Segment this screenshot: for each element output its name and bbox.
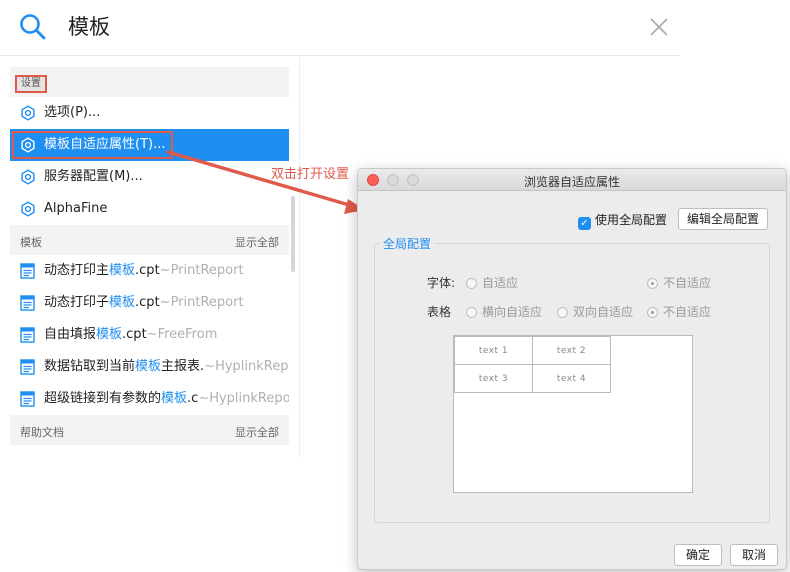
template-keyword: 模板 bbox=[161, 391, 188, 406]
radio-icon bbox=[466, 278, 477, 289]
preview-cell: text 4 bbox=[532, 364, 611, 393]
result-item-label: 服务器配置(M)... bbox=[44, 169, 143, 184]
result-item-label: AlphaFine bbox=[44, 201, 108, 216]
annotation-label: 双击打开设置 bbox=[271, 167, 350, 182]
cancel-button[interactable]: 取消 bbox=[730, 544, 778, 566]
template-name: 自由填报 bbox=[44, 327, 97, 342]
template-source: ~HyplinkReport bbox=[204, 359, 289, 374]
table-row-label: 表格 bbox=[427, 305, 452, 319]
preview-area: text 1 text 2 text 3 text 4 bbox=[453, 335, 693, 493]
preview-cell: text 3 bbox=[454, 364, 533, 393]
result-item-server-config[interactable]: 服务器配置(M)... bbox=[10, 161, 289, 193]
edit-global-config-button[interactable]: 编辑全局配置 bbox=[678, 208, 768, 230]
radio-selected-icon bbox=[647, 278, 658, 289]
table-horizontal-adaptive-radio[interactable]: 横向自适应 bbox=[466, 303, 542, 320]
template-result-item[interactable]: 动态打印主模板.cpt~PrintReport bbox=[10, 255, 289, 287]
template-file-icon bbox=[20, 391, 35, 407]
ok-button[interactable]: 确定 bbox=[674, 544, 722, 566]
template-keyword: 模板 bbox=[109, 295, 136, 310]
template-keyword: 模板 bbox=[109, 263, 136, 278]
adaptive-properties-dialog: 浏览器自适应属性 ✓ 使用全局配置 编辑全局配置 全局配置 字体: 自适应 不自适… bbox=[357, 168, 787, 570]
section-header-templates: 模板 显示全部 bbox=[10, 225, 289, 255]
global-config-group: 全局配置 字体: 自适应 不自适应 表格 横向自适应 双向自适应 不自适应 te… bbox=[374, 235, 770, 523]
template-name: 超级链接到有参数的 bbox=[44, 391, 162, 406]
radio-icon bbox=[557, 307, 568, 318]
search-icon[interactable] bbox=[18, 12, 48, 42]
template-name: 动态打印主 bbox=[44, 263, 110, 278]
template-ext: .cpt bbox=[135, 295, 160, 310]
radio-label: 不自适应 bbox=[663, 305, 712, 319]
search-results: 设置 选项(P)... 模板自适应属性(T)... 服务器配置(M)... Al… bbox=[10, 67, 289, 445]
template-result-item[interactable]: 数据钻取到当前模板主报表.~HyplinkReport bbox=[10, 351, 289, 383]
template-file-icon bbox=[20, 295, 35, 311]
template-name: 数据钻取到当前 bbox=[44, 359, 136, 374]
radio-label: 不自适应 bbox=[663, 276, 712, 290]
result-item-label: 选项(P)... bbox=[44, 105, 101, 120]
template-keyword: 模板 bbox=[135, 359, 162, 374]
settings-section-tag: 设置 bbox=[15, 75, 47, 93]
section-title: 模板 bbox=[20, 236, 42, 249]
radio-label: 自适应 bbox=[482, 276, 519, 290]
gear-icon bbox=[21, 169, 35, 185]
result-item-options[interactable]: 选项(P)... bbox=[10, 97, 289, 129]
section-title: 帮助文档 bbox=[20, 426, 64, 439]
close-icon[interactable] bbox=[649, 17, 669, 37]
show-all-help-link[interactable]: 显示全部 bbox=[235, 424, 279, 440]
template-result-item[interactable]: 超级链接到有参数的模板.c~HyplinkReport bbox=[10, 383, 289, 415]
search-input[interactable]: 模板 bbox=[68, 12, 110, 42]
font-adaptive-radio[interactable]: 自适应 bbox=[466, 274, 518, 291]
radio-label: 横向自适应 bbox=[482, 305, 543, 319]
template-source: ~PrintReport bbox=[159, 295, 244, 310]
template-file-icon bbox=[20, 263, 35, 279]
template-result-item[interactable]: 动态打印子模板.cpt~PrintReport bbox=[10, 287, 289, 319]
gear-icon bbox=[21, 105, 35, 121]
template-ext: .c bbox=[187, 391, 199, 406]
section-header-settings: 设置 bbox=[10, 67, 289, 97]
template-name: 动态打印子 bbox=[44, 295, 110, 310]
table-non-adaptive-radio[interactable]: 不自适应 bbox=[647, 303, 711, 320]
show-all-templates-link[interactable]: 显示全部 bbox=[235, 234, 279, 250]
radio-selected-icon bbox=[647, 307, 658, 318]
preview-cell: text 2 bbox=[532, 336, 611, 365]
font-non-adaptive-radio[interactable]: 不自适应 bbox=[647, 274, 711, 291]
result-item-alphafine[interactable]: AlphaFine bbox=[10, 193, 289, 225]
template-ext: .cpt bbox=[122, 327, 147, 342]
table-both-adaptive-radio[interactable]: 双向自适应 bbox=[557, 303, 633, 320]
template-source: ~HyplinkReport bbox=[198, 391, 289, 406]
template-ext: 主报表. bbox=[161, 359, 205, 374]
section-header-help: 帮助文档 显示全部 bbox=[10, 415, 289, 445]
template-result-item[interactable]: 自由填报模板.cpt~FreeFrom bbox=[10, 319, 289, 351]
template-source: ~FreeFrom bbox=[146, 327, 218, 342]
font-row-label: 字体: bbox=[427, 276, 456, 290]
dialog-titlebar[interactable]: 浏览器自适应属性 bbox=[358, 169, 786, 191]
gear-icon bbox=[21, 201, 35, 217]
panel-divider bbox=[299, 57, 300, 457]
result-item-template-adaptive[interactable]: 模板自适应属性(T)... bbox=[10, 129, 289, 161]
use-global-config-checkbox[interactable]: ✓ 使用全局配置 bbox=[578, 211, 667, 230]
group-title: 全局配置 bbox=[380, 235, 435, 252]
result-item-label: 模板自适应属性(T)... bbox=[44, 137, 166, 152]
results-scrollbar[interactable] bbox=[291, 196, 295, 272]
preview-cell: text 1 bbox=[454, 336, 533, 365]
radio-icon bbox=[466, 307, 477, 318]
search-bar: 模板 bbox=[0, 0, 680, 56]
template-ext: .cpt bbox=[135, 263, 160, 278]
radio-label: 双向自适应 bbox=[573, 305, 634, 319]
dialog-title: 浏览器自适应属性 bbox=[523, 175, 620, 189]
template-file-icon bbox=[20, 327, 35, 343]
use-global-config-label: 使用全局配置 bbox=[595, 213, 668, 227]
template-file-icon bbox=[20, 359, 35, 375]
checkmark-icon: ✓ bbox=[578, 217, 591, 230]
template-keyword: 模板 bbox=[96, 327, 123, 342]
template-source: ~PrintReport bbox=[159, 263, 244, 278]
gear-icon bbox=[21, 137, 35, 153]
